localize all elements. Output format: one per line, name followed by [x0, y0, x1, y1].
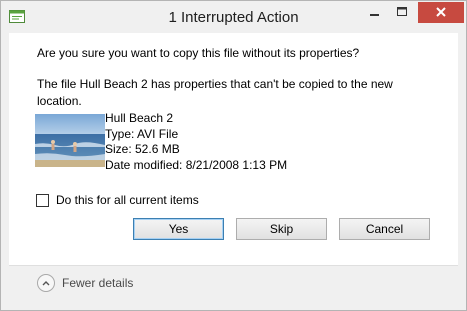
- fewer-details-label[interactable]: Fewer details: [62, 276, 133, 290]
- dialog-window: 1 Interrupted Action Are you sure you wa…: [0, 0, 467, 311]
- file-name: Hull Beach 2: [105, 111, 174, 125]
- apply-to-all-label[interactable]: Do this for all current items: [56, 193, 199, 207]
- properties-warning: The file Hull Beach 2 has properties tha…: [37, 77, 393, 108]
- close-button[interactable]: [418, 2, 464, 23]
- minimize-icon: [369, 6, 380, 20]
- file-size: Size: 52.6 MB: [105, 142, 180, 156]
- confirmation-question: Are you sure you want to copy this file …: [37, 46, 360, 60]
- file-type: Type: AVI File: [105, 126, 179, 141]
- cancel-button[interactable]: Cancel: [339, 218, 430, 240]
- minimize-button[interactable]: [361, 2, 388, 23]
- skip-button[interactable]: Skip: [236, 218, 327, 240]
- maximize-icon: [396, 6, 407, 20]
- fewer-details-toggle[interactable]: Fewer details: [37, 274, 133, 292]
- title-bar[interactable]: 1 Interrupted Action: [1, 1, 466, 33]
- apply-to-all-checkbox[interactable]: [36, 193, 49, 207]
- dialog-content: Are you sure you want to copy this file …: [9, 33, 458, 265]
- file-date-modified: Date modified: 8/21/2008 1:13 PM: [105, 157, 288, 172]
- maximize-button[interactable]: [388, 2, 415, 23]
- dialog-footer: Fewer details: [9, 265, 458, 304]
- apply-to-all-option[interactable]: Do this for all current items: [36, 193, 199, 207]
- video-thumbnail: [35, 114, 105, 167]
- file-details: Hull Beach 2 Type: AVI File Size: 52.6 M…: [105, 111, 287, 173]
- close-icon: [436, 6, 446, 20]
- chevron-up-icon[interactable]: [37, 274, 55, 292]
- yes-button[interactable]: Yes: [133, 218, 224, 240]
